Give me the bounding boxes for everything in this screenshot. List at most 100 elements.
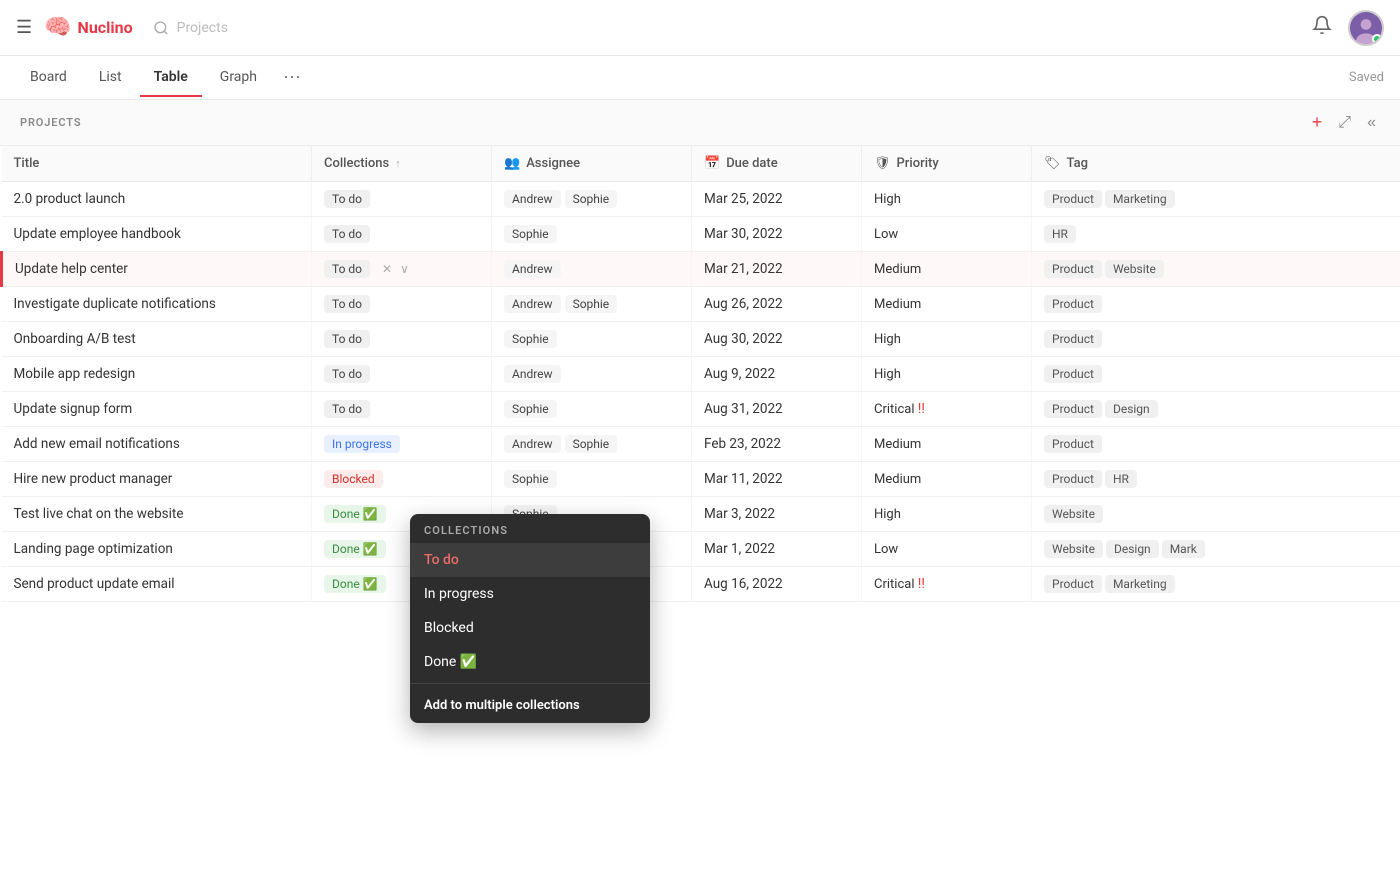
- row-title[interactable]: Mobile app redesign: [14, 366, 136, 382]
- priority-col-label: Priority: [897, 156, 939, 171]
- collections-sort[interactable]: ↑: [395, 157, 401, 170]
- row-title[interactable]: Landing page optimization: [14, 541, 173, 557]
- assignee-badge: Sophie: [504, 470, 557, 488]
- cell-title: Test live chat on the website + ⋮: [2, 497, 312, 532]
- cell-assignee: Sophie: [492, 217, 692, 252]
- add-item-button[interactable]: +: [1308, 110, 1327, 135]
- row-title[interactable]: Update employee handbook: [14, 226, 181, 242]
- assignee-col-label: Assignee: [526, 156, 580, 171]
- cell-priority: Medium: [862, 462, 1032, 497]
- cell-due-date: Aug 31, 2022: [692, 392, 862, 427]
- tab-table[interactable]: Table: [140, 59, 202, 97]
- priority-value: Critical ‼: [874, 577, 925, 592]
- tab-list[interactable]: List: [85, 59, 136, 97]
- priority-value: Low: [874, 227, 898, 242]
- priority-value: High: [874, 192, 901, 207]
- cell-due-date: Aug 30, 2022: [692, 322, 862, 357]
- row-title[interactable]: Investigate duplicate notifications: [14, 296, 216, 312]
- collection-badge[interactable]: Done ✅: [324, 575, 386, 593]
- dropdown-item-done-label: Done ✅: [424, 654, 477, 670]
- tag-badge: Product: [1044, 400, 1102, 418]
- table-row: 2.0 product launch + ⋮ To doAndrewSophie…: [2, 182, 1400, 217]
- collection-clear[interactable]: ✕: [378, 260, 396, 278]
- tag-badge: Design: [1105, 400, 1158, 418]
- cell-due-date: Mar 25, 2022: [692, 182, 862, 217]
- collection-badge[interactable]: Done ✅: [324, 505, 386, 523]
- collection-badge[interactable]: To do: [324, 400, 370, 418]
- dropdown-add-multiple[interactable]: Add to multiple collections: [410, 688, 650, 723]
- row-title[interactable]: Onboarding A/B test: [14, 331, 136, 347]
- assignee-badge: Sophie: [565, 295, 618, 313]
- collection-badge[interactable]: To do: [324, 190, 370, 208]
- collections-dropdown: COLLECTIONS To do In progress Blocked Do…: [410, 514, 650, 723]
- avatar[interactable]: [1348, 10, 1384, 46]
- tab-more-menu[interactable]: ⋯: [279, 63, 305, 92]
- cell-priority: Medium: [862, 252, 1032, 287]
- tab-graph[interactable]: Graph: [206, 59, 271, 97]
- tag-badge: Product: [1044, 260, 1102, 278]
- section-actions: + ⤢ «: [1308, 110, 1380, 135]
- collapse-button[interactable]: «: [1363, 112, 1380, 134]
- row-title[interactable]: 2.0 product launch: [14, 191, 126, 207]
- tag-badge: HR: [1105, 470, 1137, 488]
- cell-title: Add new email notifications + ⋮: [2, 427, 312, 462]
- dropdown-item-blocked[interactable]: Blocked: [410, 611, 650, 645]
- due-date-value: Mar 3, 2022: [704, 506, 775, 522]
- notification-bell[interactable]: [1312, 15, 1332, 40]
- expand-button[interactable]: ⤢: [1334, 112, 1355, 134]
- tab-board[interactable]: Board: [16, 59, 81, 97]
- due-date-value: Mar 21, 2022: [704, 261, 783, 277]
- assignee-badge: Andrew: [504, 295, 561, 313]
- col-assignee: 👥 Assignee ⋮: [492, 146, 692, 182]
- title-col-label: Title: [14, 156, 40, 171]
- tag-badge: Product: [1044, 330, 1102, 348]
- cell-title: Investigate duplicate notifications + ⋮: [2, 287, 312, 322]
- collection-badge[interactable]: Blocked: [324, 470, 383, 488]
- cell-tag: Product: [1032, 322, 1400, 357]
- row-title[interactable]: Update signup form: [14, 401, 133, 417]
- row-title[interactable]: Update help center: [15, 261, 128, 277]
- collection-badge[interactable]: To do: [324, 295, 370, 313]
- section-title: PROJECTS: [20, 116, 1308, 129]
- cell-priority: High: [862, 357, 1032, 392]
- row-title[interactable]: Test live chat on the website: [14, 506, 184, 522]
- col-priority: 🛡 Priority ⋮: [862, 146, 1032, 182]
- row-title[interactable]: Add new email notifications: [14, 436, 180, 452]
- tag-badge: Website: [1044, 540, 1103, 558]
- dropdown-item-inprogress[interactable]: In progress: [410, 577, 650, 611]
- top-nav: ☰ 🧠 Nuclino Projects: [0, 0, 1400, 56]
- assignee-badge: Andrew: [504, 260, 561, 278]
- collection-badge[interactable]: Done ✅: [324, 540, 386, 558]
- cell-assignee: Sophie: [492, 462, 692, 497]
- critical-icon: ‼: [918, 576, 925, 592]
- cell-priority: High: [862, 182, 1032, 217]
- cell-collection: To do: [312, 357, 492, 392]
- due-date-value: Mar 11, 2022: [704, 471, 783, 487]
- col-tag: 🏷 Tag ⋮: [1032, 146, 1400, 182]
- cell-tag: HR: [1032, 217, 1400, 252]
- row-title[interactable]: Hire new product manager: [14, 471, 173, 487]
- cell-collection: Blocked: [312, 462, 492, 497]
- cell-due-date: Aug 9, 2022: [692, 357, 862, 392]
- cell-title: Landing page optimization + ⋮: [2, 532, 312, 567]
- dropdown-item-todo[interactable]: To do: [410, 543, 650, 577]
- row-title[interactable]: Send product update email: [14, 576, 175, 592]
- cell-tag: WebsiteDesignMark: [1032, 532, 1400, 567]
- collection-badge[interactable]: To do: [324, 365, 370, 383]
- table-header-row: Title + ⋮ Collections ↑ ⋮ 👥 Assigne: [2, 146, 1400, 182]
- dropdown-item-done[interactable]: Done ✅: [410, 645, 650, 679]
- table-row: Update signup form + ⋮ To doSophieAug 31…: [2, 392, 1400, 427]
- collection-badge[interactable]: To do: [324, 225, 370, 243]
- collection-badge[interactable]: In progress: [324, 435, 400, 453]
- collection-badge[interactable]: To do: [324, 330, 370, 348]
- collection-chevron[interactable]: ∨: [400, 262, 409, 276]
- search-bar[interactable]: Projects: [153, 20, 1312, 36]
- due-date-value: Aug 30, 2022: [704, 331, 783, 347]
- saved-label: Saved: [1349, 70, 1384, 85]
- hamburger-menu[interactable]: ☰: [16, 17, 32, 38]
- collection-badge-active[interactable]: To do: [324, 260, 370, 278]
- col-due-date: 📅 Due date ⋮: [692, 146, 862, 182]
- assignee-badge: Sophie: [504, 225, 557, 243]
- table-row: Hire new product manager + ⋮ BlockedSoph…: [2, 462, 1400, 497]
- cell-collection: To do: [312, 322, 492, 357]
